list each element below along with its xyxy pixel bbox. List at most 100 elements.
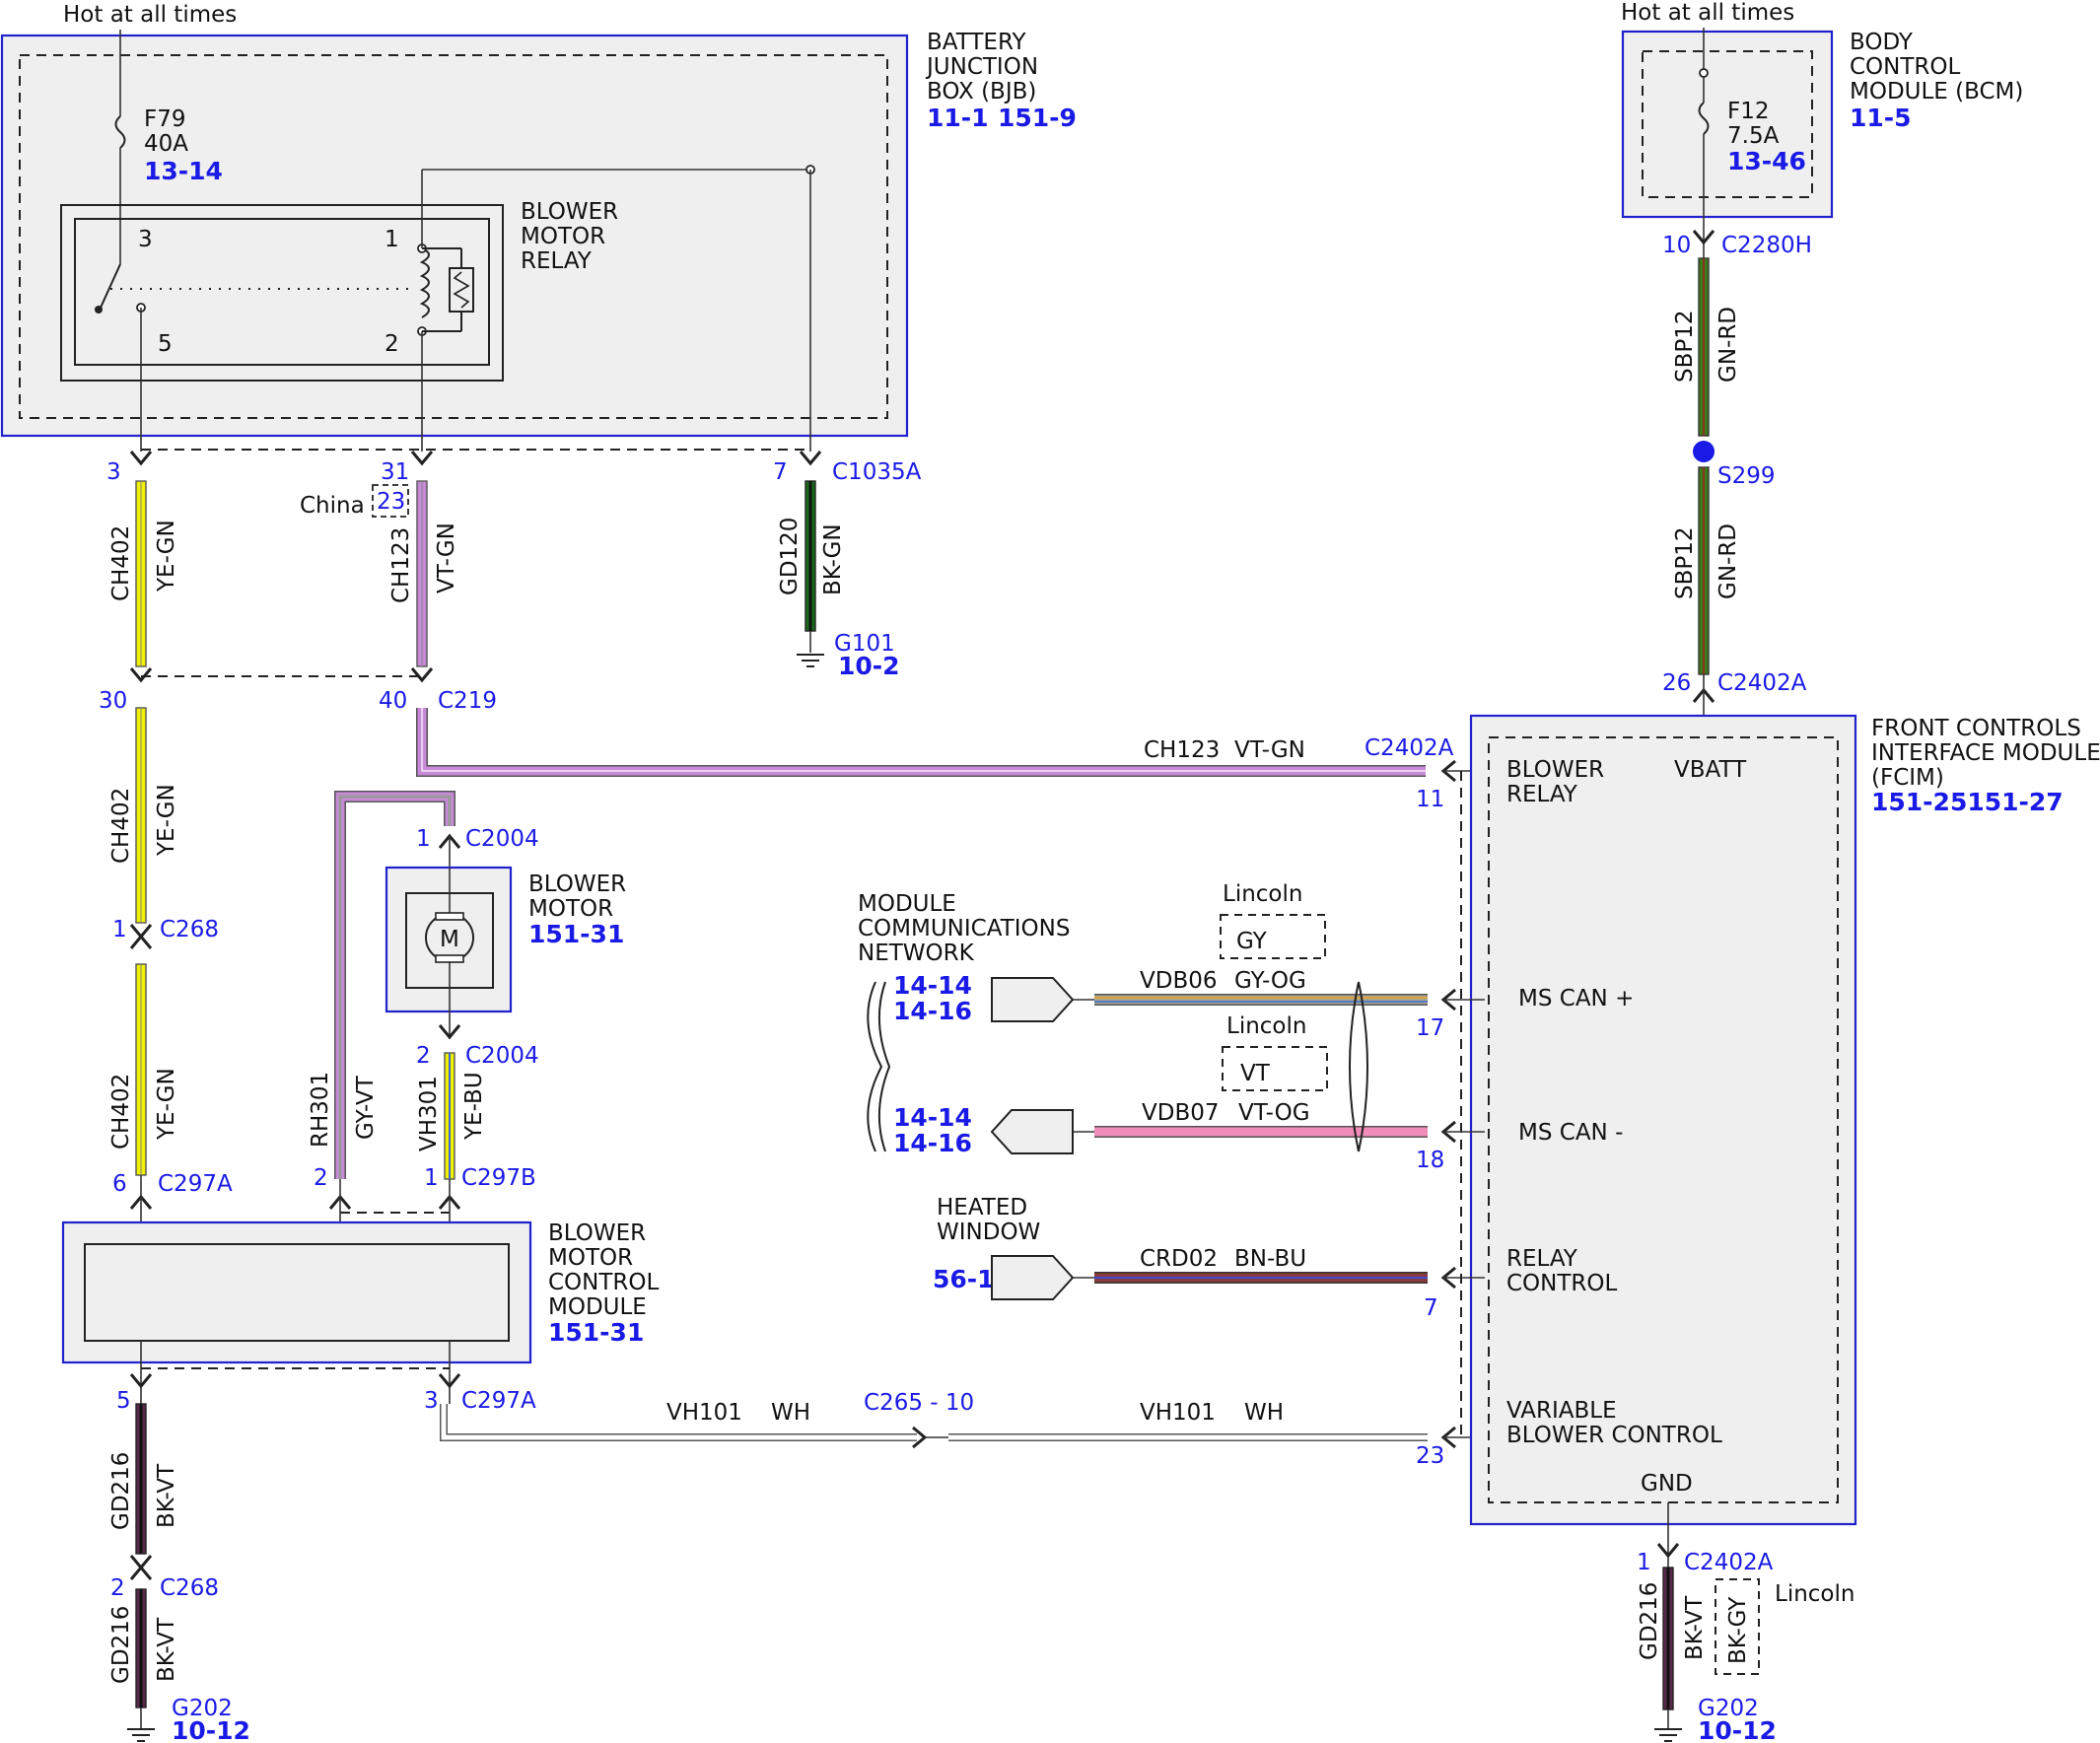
- wire-gd216-a[interactable]: GD216 BK-VT: [108, 1403, 179, 1555]
- wire-ch123-b-color: VT-GN: [1234, 737, 1305, 763]
- wire-ch123-b[interactable]: CH123 VT-GN: [416, 708, 1426, 777]
- pin-c2402a-1: 1: [1637, 1550, 1651, 1575]
- pin-c297a-6: 6: [112, 1171, 127, 1197]
- network-connector-plus[interactable]: [991, 977, 1075, 1022]
- connector-c265[interactable]: C265 - 10: [864, 1390, 974, 1416]
- pin-c2402a-26: 26: [1662, 670, 1691, 696]
- bjb-ref-2[interactable]: 151-9: [998, 104, 1077, 132]
- network-title-1: MODULE: [858, 891, 956, 917]
- connector-c2004-2[interactable]: C2004: [465, 1043, 539, 1069]
- connector-c2402a-1[interactable]: C2402A: [1684, 1550, 1774, 1575]
- pin-fcim-23: 23: [1416, 1443, 1444, 1469]
- bmcm-ref[interactable]: 151-31: [548, 1318, 644, 1347]
- relay-pin-2: 2: [385, 331, 399, 357]
- pin-c1035a-7: 7: [773, 459, 788, 485]
- wire-crd02[interactable]: CRD02 BN-BU: [1094, 1246, 1428, 1284]
- wire-vdb07-circuit: VDB07: [1142, 1100, 1220, 1126]
- wire-vh101-a-circuit: VH101: [666, 1400, 742, 1426]
- fuse-f12-ref[interactable]: 13-46: [1727, 147, 1806, 175]
- connector-c2402a-11[interactable]: C2402A: [1365, 735, 1454, 761]
- wire-vh301-color: YE-BU: [461, 1072, 487, 1141]
- heated-window-ref[interactable]: 56-1: [933, 1265, 995, 1293]
- china-note: China: [300, 493, 365, 519]
- wire-ch402-b-circuit: CH402: [108, 788, 134, 864]
- pin-c219-30: 30: [99, 688, 127, 714]
- wire-gd216-b[interactable]: GD216 BK-VT: [108, 1588, 179, 1708]
- wire-ch123-a-color: VT-GN: [434, 523, 459, 593]
- fuse-f79-name: F79: [144, 106, 186, 132]
- wire-vh101-b[interactable]: VH101 WH: [948, 1400, 1428, 1441]
- pin-bjb-31: 31: [381, 459, 409, 485]
- connector-c268-2[interactable]: C268: [160, 1575, 219, 1601]
- fcim-pin-blower-relay-2: RELAY: [1506, 782, 1578, 807]
- pin-fcim-17: 17: [1416, 1015, 1444, 1041]
- wire-vh101-a-color: WH: [771, 1400, 810, 1426]
- pin-c297b-2: 2: [314, 1165, 328, 1191]
- wire-vh301[interactable]: VH301 YE-BU: [416, 1052, 487, 1180]
- blower-motor-title-2: MOTOR: [528, 896, 613, 922]
- bmcm-title-4: MODULE: [548, 1294, 647, 1320]
- wire-vdb06[interactable]: VDB06 GY-OG: [1094, 968, 1428, 1006]
- relay-pin-3: 3: [138, 227, 153, 252]
- wire-sbp12-b-circuit: SBP12: [1672, 526, 1698, 599]
- fcim-pin-relay-control-1: RELAY: [1506, 1246, 1578, 1272]
- hot-label-right: Hot at all times: [1621, 0, 1794, 26]
- connector-c1035a[interactable]: C1035A: [832, 459, 922, 485]
- fcim-ref[interactable]: 151-25151-27: [1871, 788, 2064, 816]
- network-title-2: COMMUNICATIONS: [858, 916, 1070, 941]
- wire-gd216-a-color: BK-VT: [154, 1463, 179, 1528]
- network-ref-plus-1[interactable]: 14-14: [893, 971, 972, 1000]
- bmcm-title-3: CONTROL: [548, 1270, 660, 1295]
- vdb06-lincoln-color: GY: [1236, 929, 1268, 954]
- vdb07-lincoln-color: VT: [1240, 1061, 1271, 1086]
- fcim-pin-variable-blower-2: BLOWER CONTROL: [1506, 1423, 1722, 1448]
- fuse-f79-rating: 40A: [144, 131, 188, 157]
- wire-vh301-circuit: VH301: [416, 1076, 442, 1151]
- ground-g202-a-ref[interactable]: 10-12: [172, 1716, 250, 1743]
- heated-window-connector[interactable]: [991, 1255, 1075, 1300]
- wire-sbp12-b[interactable]: SBP12 GN-RD: [1672, 466, 1741, 675]
- heated-window-title-1: HEATED: [937, 1195, 1027, 1220]
- connector-c2280h[interactable]: C2280H: [1721, 233, 1812, 258]
- fcim-pin-blower-relay-1: BLOWER: [1506, 757, 1604, 783]
- network-connector-minus[interactable]: [990, 1109, 1074, 1154]
- connector-c2004-1[interactable]: C2004: [465, 826, 539, 852]
- network-ref-minus-1[interactable]: 14-14: [893, 1103, 972, 1132]
- network-ref-plus-2[interactable]: 14-16: [893, 997, 972, 1025]
- fuse-f79-ref[interactable]: 13-14: [144, 157, 223, 185]
- wire-ch123-b-circuit: CH123: [1144, 737, 1220, 763]
- relay-title-1: BLOWER: [521, 199, 618, 225]
- wire-crd02-circuit: CRD02: [1140, 1246, 1218, 1272]
- wire-vh101-b-color: WH: [1244, 1400, 1284, 1426]
- wire-sbp12-a-color: GN-RD: [1715, 307, 1741, 383]
- wire-gd216-c[interactable]: GD216 BK-VT BK-GY Lincoln: [1637, 1567, 1855, 1710]
- pin-c2402a-11: 11: [1416, 787, 1444, 812]
- connector-c268[interactable]: C268: [160, 917, 219, 942]
- wire-gd120[interactable]: GD120 BK-GN G101 10-2: [777, 480, 900, 680]
- wire-sbp12-a[interactable]: SBP12 GN-RD: [1672, 257, 1741, 437]
- bjb-ref-1[interactable]: 11-1: [927, 104, 989, 132]
- wire-gd120-color: BK-GN: [820, 523, 846, 595]
- bcm-ref[interactable]: 11-5: [1850, 104, 1912, 132]
- connector-c297a-3[interactable]: C297A: [461, 1388, 536, 1414]
- connector-c297b[interactable]: C297B: [461, 1165, 536, 1191]
- wire-vdb07[interactable]: VDB07 VT-OG: [1094, 1100, 1428, 1138]
- relay-title-3: RELAY: [521, 248, 593, 274]
- ground-g101-ref[interactable]: 10-2: [838, 652, 900, 680]
- connector-c219[interactable]: C219: [438, 688, 497, 714]
- vdb07-lincoln-note: Lincoln: [1226, 1013, 1306, 1039]
- wire-ch402-b[interactable]: CH402 YE-GN: [108, 707, 179, 924]
- connector-c297a-6[interactable]: C297A: [158, 1171, 233, 1197]
- wire-ch402-c[interactable]: CH402 YE-GN: [108, 963, 179, 1176]
- wire-gd216-b-circuit: GD216: [108, 1606, 134, 1684]
- splice-s299-dot: [1693, 441, 1715, 462]
- network-ref-minus-2[interactable]: 14-16: [893, 1129, 972, 1157]
- ground-g202-b-ref[interactable]: 10-12: [1698, 1716, 1777, 1743]
- pin-fcim-18: 18: [1416, 1148, 1444, 1173]
- connector-c2402a-26[interactable]: C2402A: [1717, 670, 1807, 696]
- fcim-pin-variable-blower-1: VARIABLE: [1506, 1398, 1617, 1424]
- blower-motor-ref[interactable]: 151-31: [528, 920, 624, 948]
- wire-ch402-a[interactable]: CH402 YE-GN: [108, 480, 179, 667]
- front-controls-interface-module: FRONT CONTROLS INTERFACE MODULE (FCIM) 1…: [1460, 714, 2100, 1526]
- fuse-f12-name: F12: [1727, 99, 1770, 124]
